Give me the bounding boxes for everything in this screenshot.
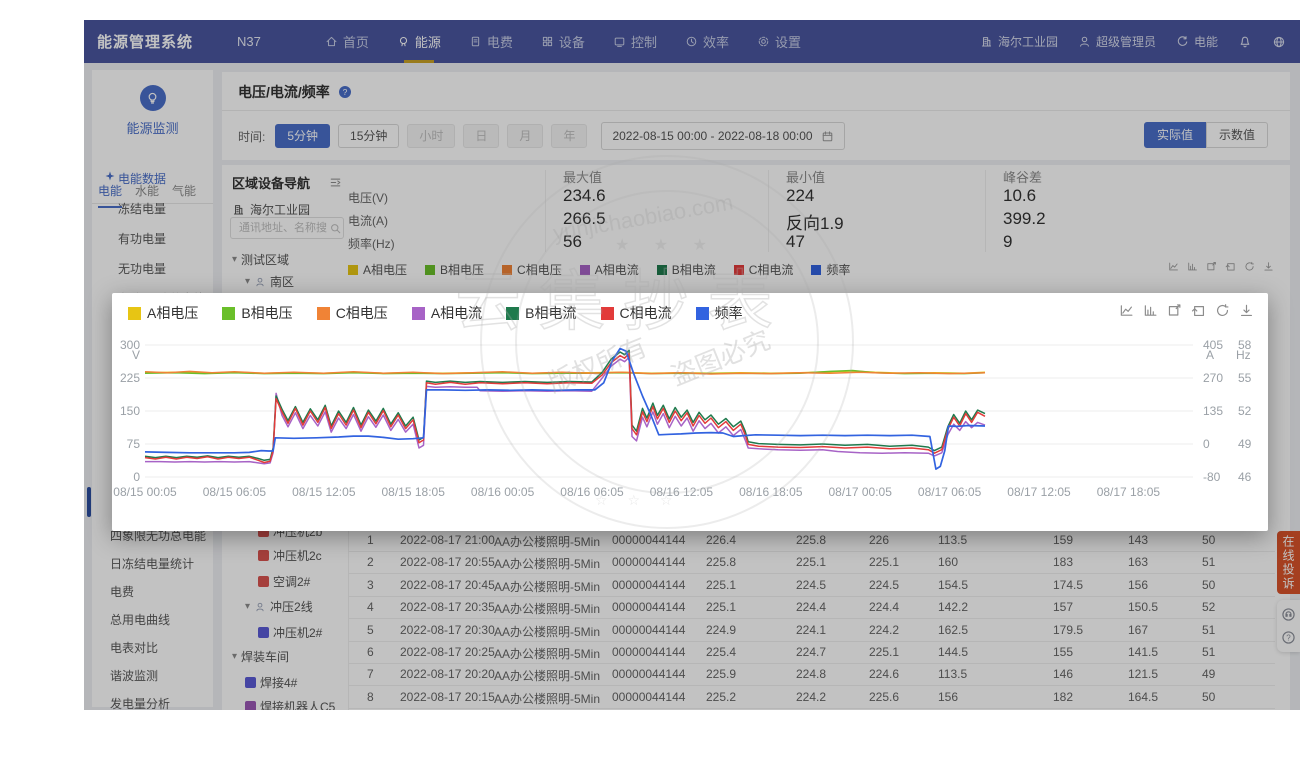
legend-label: C相电压 [336,303,388,323]
svg-text:49: 49 [1238,437,1252,451]
svg-text:75: 75 [127,437,141,451]
svg-text:A: A [1206,348,1214,362]
svg-text:135: 135 [1203,404,1223,418]
svg-text:150: 150 [120,404,140,418]
svg-text:V: V [132,348,140,362]
svg-text:225: 225 [120,371,140,385]
svg-text:08/17 12:05: 08/17 12:05 [1007,485,1071,499]
tool-zoom-icon [1167,303,1182,318]
legend-item[interactable]: A相电流 [412,303,482,323]
screenshot-canvas: 能源管理系统 N37 首页能源电费设备控制效率设置 海尔工业园超级管理员电能 能… [0,0,1300,763]
tool-download-icon [1239,303,1254,318]
bar-tool-icon[interactable] [1143,303,1158,318]
legend-swatch [506,307,519,320]
legend-swatch [601,307,614,320]
svg-text:08/15 06:05: 08/15 06:05 [203,485,267,499]
legend-item[interactable]: C相电流 [601,303,672,323]
legend-swatch [222,307,235,320]
svg-text:55: 55 [1238,371,1252,385]
chart-toolbox [1119,303,1254,318]
legend-label: C相电流 [620,303,672,323]
svg-text:0: 0 [1203,437,1210,451]
chart-dialog-card: 300225150750V4052701350-80A5855524946Hz0… [112,293,1268,531]
series-C相电流 [145,353,985,462]
svg-text:270: 270 [1203,371,1223,385]
legend-item[interactable]: B相电流 [506,303,576,323]
chart-legend: A相电压 B相电压 C相电压 A相电流 B相电流 C相电流 频率 [128,303,743,323]
legend-label: B相电压 [241,303,292,323]
svg-text:08/16 06:05: 08/16 06:05 [560,485,624,499]
legend-item[interactable]: A相电压 [128,303,198,323]
voltage-current-frequency-chart: 300225150750V4052701350-80A5855524946Hz0… [112,293,1268,531]
svg-text:08/15 18:05: 08/15 18:05 [381,485,445,499]
download-tool-icon[interactable] [1239,303,1254,318]
legend-swatch [412,307,425,320]
restore-tool-icon[interactable] [1191,303,1206,318]
svg-text:0: 0 [133,470,140,484]
svg-text:08/16 18:05: 08/16 18:05 [739,485,803,499]
legend-swatch [128,307,141,320]
line-tool-icon[interactable] [1119,303,1134,318]
legend-swatch [696,307,709,320]
legend-label: 频率 [715,303,743,323]
legend-label: B相电流 [525,303,576,323]
legend-item[interactable]: C相电压 [317,303,388,323]
tool-line-icon [1119,303,1134,318]
legend-label: A相电流 [431,303,482,323]
svg-text:-80: -80 [1203,470,1221,484]
svg-text:08/15 00:05: 08/15 00:05 [113,485,177,499]
zoom-tool-icon[interactable] [1167,303,1182,318]
legend-item[interactable]: 频率 [696,303,743,323]
legend-item[interactable]: B相电压 [222,303,292,323]
legend-swatch [317,307,330,320]
svg-text:08/17 18:05: 08/17 18:05 [1097,485,1161,499]
svg-text:08/16 12:05: 08/16 12:05 [650,485,714,499]
svg-text:08/16 00:05: 08/16 00:05 [471,485,535,499]
refresh-tool-icon[interactable] [1215,303,1230,318]
svg-text:Hz: Hz [1236,348,1251,362]
svg-text:08/15 12:05: 08/15 12:05 [292,485,356,499]
series-频率 [145,349,985,470]
svg-text:08/17 06:05: 08/17 06:05 [918,485,982,499]
svg-text:08/17 00:05: 08/17 00:05 [828,485,892,499]
tool-bar-icon [1143,303,1158,318]
legend-label: A相电压 [147,303,198,323]
svg-text:46: 46 [1238,470,1252,484]
svg-text:52: 52 [1238,404,1252,418]
tool-refresh-icon [1215,303,1230,318]
tool-restore-icon [1191,303,1206,318]
